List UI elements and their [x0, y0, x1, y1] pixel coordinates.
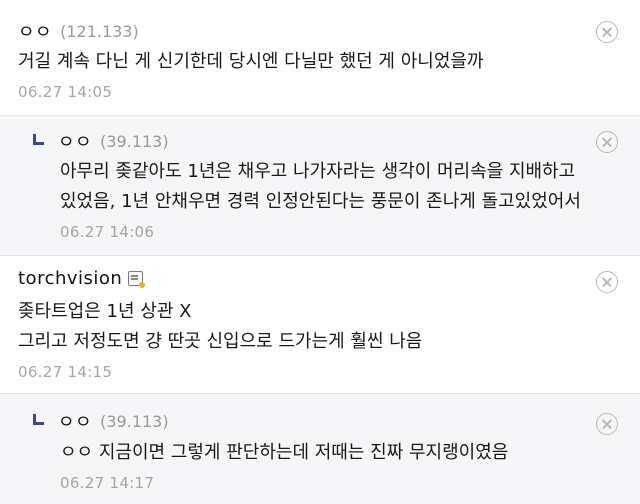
comment-item: torchvision 좆타트업은 1년 상관 X 그리고 저정도면 걍 딴곳 … [0, 256, 640, 393]
close-icon[interactable] [596, 21, 618, 43]
comment-nickname[interactable]: ㅇㅇ [58, 408, 92, 434]
reply-arrow-icon [33, 133, 44, 145]
comment-text-line: 있었음, 1년 안채우면 경력 인정안된다는 풍문이 존나게 돌고있었어서 [60, 191, 581, 212]
comment-text: ㅇㅇ 지금이면 그렇게 판단하는데 저때는 진짜 무지랭이였음 [60, 438, 508, 468]
comment-text: 아무리 좆같아도 1년은 채우고 나가자라는 생각이 머리속을 지배하고 있었음… [60, 157, 581, 217]
comment-timestamp: 06.27 14:05 [18, 83, 113, 101]
comment-nickname[interactable]: ㅇㅇ [18, 18, 52, 44]
comment-text: 좆타트업은 1년 상관 X 그리고 저정도면 걍 딴곳 신입으로 드가는게 훨씬… [18, 297, 422, 357]
gallery-member-icon [128, 271, 146, 288]
reply-item: ㅇㅇ (39.113) 아무리 좆같아도 1년은 채우고 나가자라는 생각이 머… [0, 116, 640, 255]
comment-text-line: 좆타트업은 1년 상관 X [18, 301, 192, 322]
close-icon[interactable] [596, 271, 618, 293]
reply-item: ㅇㅇ (39.113) ㅇㅇ 지금이면 그렇게 판단하는데 저때는 진짜 무지랭… [0, 394, 640, 504]
comment-text: 거길 계속 다닌 게 신기한데 당시엔 다닐만 했던 게 아니었을까 [18, 47, 484, 77]
close-icon[interactable] [596, 413, 618, 435]
comment-header: torchvision [18, 268, 146, 289]
comment-text-line: 아무리 좆같아도 1년은 채우고 나가자라는 생각이 머리속을 지배하고 [60, 161, 576, 182]
comment-nickname[interactable]: torchvision [18, 268, 122, 289]
comment-text-line: 거길 계속 다닌 게 신기한데 당시엔 다닐만 했던 게 아니었을까 [18, 51, 484, 72]
comment-ip: (39.113) [100, 411, 169, 431]
comment-header: ㅇㅇ (39.113) [33, 408, 169, 434]
comment-timestamp: 06.27 14:17 [60, 474, 155, 492]
comment-timestamp: 06.27 14:15 [18, 363, 113, 381]
comment-ip: (121.133) [60, 21, 139, 41]
comment-timestamp: 06.27 14:06 [60, 223, 155, 241]
comment-header: ㅇㅇ (121.133) [18, 18, 139, 44]
reply-arrow-icon [33, 413, 44, 425]
comment-header: ㅇㅇ (39.113) [33, 128, 169, 154]
comment-text-line: ㅇㅇ 지금이면 그렇게 판단하는데 저때는 진짜 무지랭이였음 [60, 442, 509, 463]
close-icon[interactable] [596, 131, 618, 153]
comment-ip: (39.113) [100, 131, 169, 151]
comment-nickname[interactable]: ㅇㅇ [58, 128, 92, 154]
comment-item: ㅇㅇ (121.133) 거길 계속 다닌 게 신기한데 당시엔 다닐만 했던 … [0, 0, 640, 115]
comment-text-line: 그리고 저정도면 걍 딴곳 신입으로 드가는게 훨씬 나음 [18, 331, 423, 352]
